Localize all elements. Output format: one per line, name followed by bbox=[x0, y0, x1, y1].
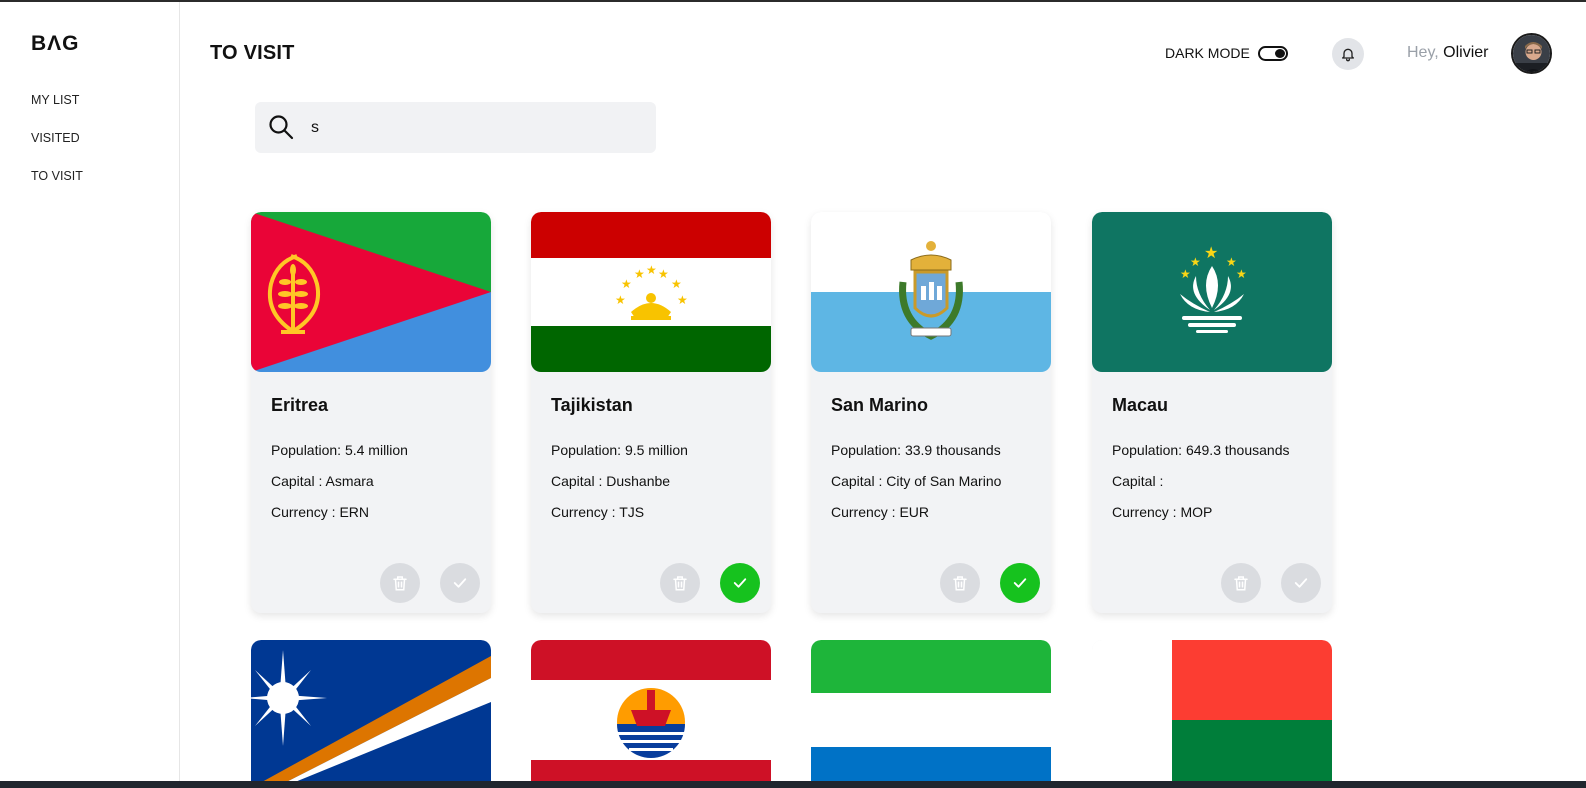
country-card: San Marino Population: 33.9 thousands Ca… bbox=[811, 212, 1051, 613]
delete-button[interactable] bbox=[1221, 563, 1261, 603]
svg-text:★: ★ bbox=[1204, 243, 1218, 262]
page-title: TO VISIT bbox=[210, 42, 295, 64]
app-logo[interactable]: BΛG bbox=[31, 32, 80, 56]
trash-icon bbox=[953, 576, 967, 591]
country-name: Tajikistan bbox=[551, 395, 633, 415]
country-population: Population: 5.4 million bbox=[271, 442, 408, 458]
mark-visited-button[interactable] bbox=[1281, 563, 1321, 603]
window-top-border bbox=[0, 0, 1586, 2]
svg-text:★: ★ bbox=[671, 277, 682, 291]
flag-french-polynesia bbox=[531, 640, 771, 788]
bell-icon bbox=[1342, 48, 1354, 62]
delete-button[interactable] bbox=[380, 563, 420, 603]
sidebar-item-my-list[interactable]: MY LIST bbox=[31, 92, 83, 130]
dark-mode-toggle[interactable] bbox=[1257, 45, 1288, 61]
trash-icon bbox=[1234, 576, 1248, 591]
trash-icon bbox=[393, 576, 407, 591]
flag-tajikistan: ★ ★ ★ ★ ★ ★ ★ bbox=[531, 212, 771, 372]
mark-visited-button[interactable] bbox=[440, 563, 480, 603]
country-card bbox=[251, 640, 491, 788]
country-capital: Capital : Dushanbe bbox=[551, 473, 671, 489]
country-population: Population: 33.9 thousands bbox=[831, 442, 1001, 458]
svg-text:★: ★ bbox=[1190, 255, 1201, 269]
country-name: Eritrea bbox=[271, 395, 329, 415]
user-photo bbox=[1513, 35, 1550, 72]
delete-button[interactable] bbox=[660, 563, 700, 603]
country-card bbox=[531, 640, 771, 788]
dark-mode-control: DARK MODE bbox=[1165, 45, 1288, 61]
svg-text:★: ★ bbox=[634, 267, 645, 281]
greeting-hey: Hey, bbox=[1407, 44, 1439, 61]
check-icon bbox=[733, 578, 747, 588]
sidebar-nav: MY LIST VISITED TO VISIT bbox=[31, 92, 83, 206]
check-icon bbox=[1013, 578, 1027, 588]
country-card bbox=[1092, 640, 1332, 788]
search-icon bbox=[269, 115, 294, 140]
sidebar: BΛG MY LIST VISITED TO VISIT bbox=[0, 2, 180, 781]
svg-text:★: ★ bbox=[615, 293, 626, 307]
country-capital: Capital : Asmara bbox=[271, 473, 374, 489]
svg-text:★: ★ bbox=[1180, 267, 1191, 281]
country-currency: Currency : EUR bbox=[831, 504, 930, 520]
country-card bbox=[811, 640, 1051, 788]
svg-text:★: ★ bbox=[658, 267, 669, 281]
taskbar-edge bbox=[0, 781, 1586, 788]
toggle-knob bbox=[1274, 48, 1285, 58]
country-capital: Capital : City of San Marino bbox=[831, 473, 1002, 489]
search-input[interactable] bbox=[311, 114, 631, 142]
country-currency: Currency : ERN bbox=[271, 504, 370, 520]
mark-visited-button[interactable] bbox=[1000, 563, 1040, 603]
user-greeting: Hey, Olivier bbox=[1407, 44, 1489, 62]
flag-marshall-islands bbox=[251, 640, 491, 788]
check-icon bbox=[1294, 578, 1308, 588]
country-capital: Capital : bbox=[1112, 473, 1164, 489]
country-currency: Currency : TJS bbox=[551, 504, 645, 520]
country-card: ★ ★ ★ ★ ★ ★ ★ Tajikistan Population: 9.5 mill… bbox=[531, 212, 771, 613]
country-currency: Currency : MOP bbox=[1112, 504, 1213, 520]
country-population: Population: 9.5 million bbox=[551, 442, 688, 458]
mark-visited-button[interactable] bbox=[720, 563, 760, 603]
svg-text:★: ★ bbox=[677, 293, 688, 307]
delete-button[interactable] bbox=[940, 563, 980, 603]
country-name: Macau bbox=[1112, 395, 1169, 415]
search-bar bbox=[255, 102, 656, 153]
country-card: Eritrea Population: 5.4 million Capital … bbox=[251, 212, 491, 613]
flag-madagascar bbox=[1092, 640, 1332, 788]
notifications-button[interactable] bbox=[1332, 38, 1364, 70]
flag-macau: ★ ★ ★ ★ ★ bbox=[1092, 212, 1332, 372]
svg-text:★: ★ bbox=[646, 263, 657, 277]
trash-icon bbox=[673, 576, 687, 591]
svg-text:★: ★ bbox=[621, 277, 632, 291]
flag-eritrea bbox=[251, 212, 491, 372]
svg-text:★: ★ bbox=[1236, 267, 1247, 281]
sidebar-item-visited[interactable]: VISITED bbox=[31, 130, 83, 168]
sidebar-item-to-visit[interactable]: TO VISIT bbox=[31, 168, 83, 206]
country-population: Population: 649.3 thousands bbox=[1112, 442, 1290, 458]
flag-sierra-leone bbox=[811, 640, 1051, 788]
country-name: San Marino bbox=[831, 395, 929, 415]
dark-mode-label: DARK MODE bbox=[1165, 45, 1250, 61]
avatar[interactable] bbox=[1511, 33, 1552, 74]
greeting-name: Olivier bbox=[1443, 44, 1489, 61]
check-icon bbox=[453, 578, 467, 588]
flag-san-marino bbox=[811, 212, 1051, 372]
country-card: ★ ★ ★ ★ ★ Macau Population: 649.3 thousand… bbox=[1092, 212, 1332, 613]
